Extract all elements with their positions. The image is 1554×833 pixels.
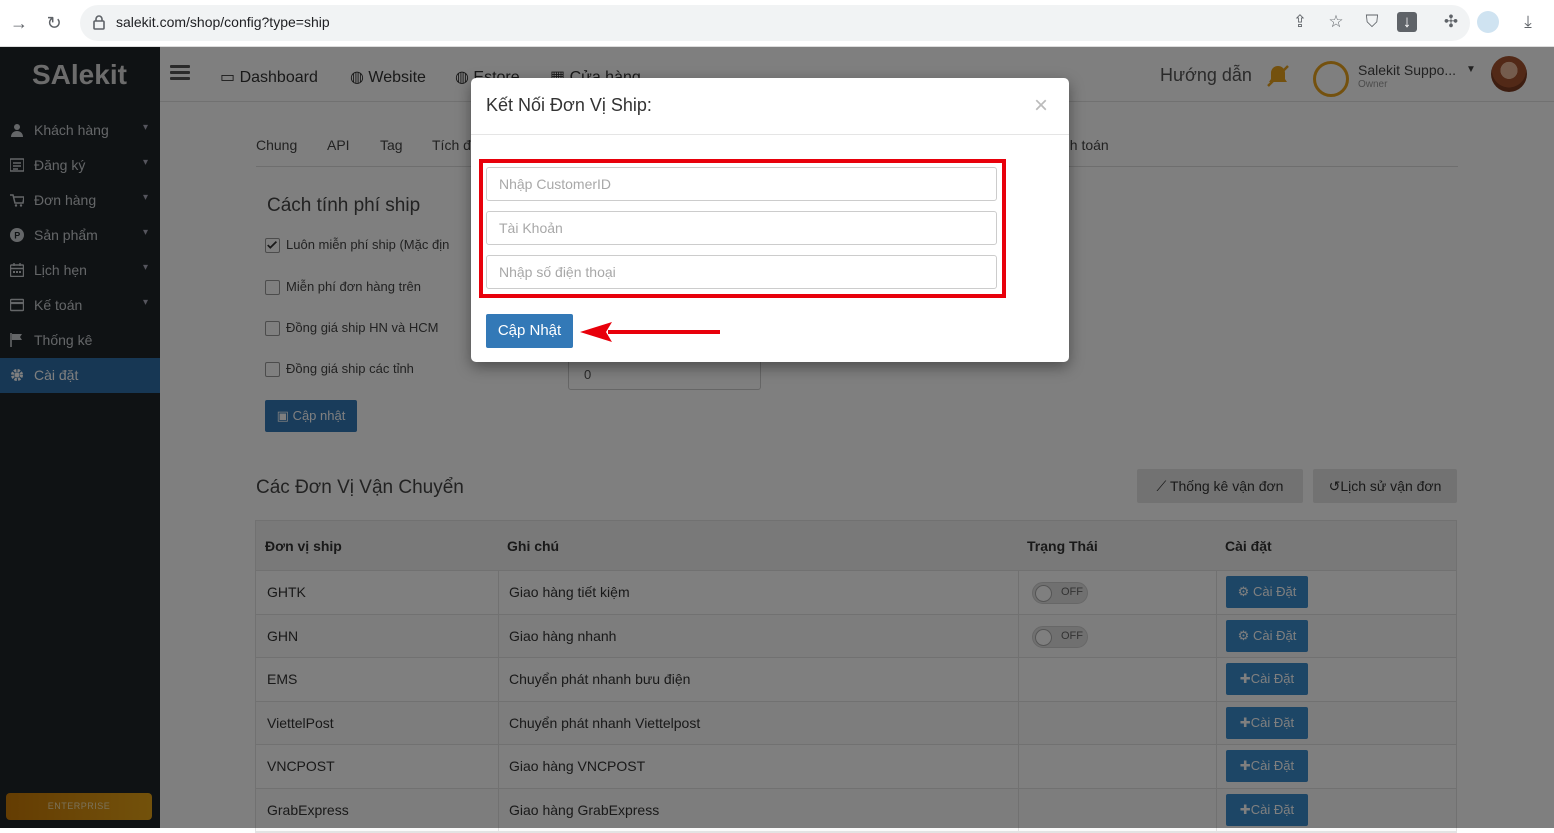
download-extension-icon[interactable]: ↓	[1397, 12, 1417, 32]
browser-toolbar: → ↻ salekit.com/shop/config?type=ship ⇪ …	[0, 0, 1554, 47]
phone-input[interactable]	[487, 256, 996, 288]
share-icon[interactable]: ⇪	[1289, 11, 1311, 33]
connect-carrier-modal: Kết Nối Đơn Vị Ship: × Cập Nhật	[471, 78, 1069, 362]
extensions-puzzle-icon[interactable]: ✣	[1440, 11, 1462, 33]
bookmark-star-icon[interactable]: ☆	[1325, 11, 1347, 33]
downloads-icon[interactable]: ⤓	[1517, 11, 1539, 33]
profile-icon[interactable]	[1477, 11, 1499, 33]
lock-icon	[93, 15, 105, 30]
phone-field[interactable]	[486, 255, 997, 289]
modal-submit-button[interactable]: Cập Nhật	[486, 314, 573, 348]
account-field[interactable]	[486, 211, 997, 245]
url-text: salekit.com/shop/config?type=ship	[116, 14, 330, 30]
modal-title: Kết Nối Đơn Vị Ship:	[486, 95, 652, 115]
forward-icon[interactable]: →	[8, 12, 30, 34]
shield-icon[interactable]: ⛉	[1361, 11, 1383, 33]
customer-id-input[interactable]	[487, 168, 996, 200]
reload-icon[interactable]: ↻	[43, 12, 65, 34]
account-input[interactable]	[487, 212, 996, 244]
customer-id-field[interactable]	[486, 167, 997, 201]
modal-header: Kết Nối Đơn Vị Ship: ×	[471, 78, 1069, 135]
red-arrow-annotation	[580, 322, 720, 342]
address-bar[interactable]: salekit.com/shop/config?type=ship	[80, 5, 1470, 41]
close-icon[interactable]: ×	[1034, 94, 1048, 118]
